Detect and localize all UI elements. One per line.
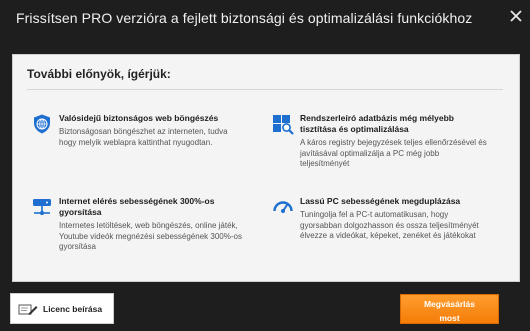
benefits-heading: További előnyök, ígérjük: — [27, 67, 171, 81]
license-edit-icon — [18, 303, 38, 321]
speedometer-icon — [272, 196, 294, 218]
feature-title: Lassú PC sebességének megduplázása — [300, 196, 461, 206]
license-label: Licenc beírása — [43, 304, 103, 314]
enter-license-button[interactable]: Licenc beírása — [10, 293, 114, 324]
network-icon — [31, 196, 53, 218]
divider — [27, 89, 503, 90]
upgrade-dialog: Frissítsen PRO verzióra a fejlett bizton… — [0, 0, 530, 331]
feature-description: Biztonságosan böngészhet az interneten, … — [59, 127, 228, 147]
dialog-title: Frissítsen PRO verzióra a fejlett bizton… — [16, 10, 473, 26]
registry-scan-icon — [272, 113, 294, 135]
feature-title: Rendszerleíró adatbázis még mélyebb tisz… — [300, 113, 454, 134]
buy-now-button[interactable]: Megvásárlás most — [400, 294, 499, 324]
feature-description: Tuningolja fel a PC-t automatikusan, hog… — [300, 210, 479, 240]
feature-description: Internetes letöltések, web böngészés, on… — [59, 221, 242, 251]
buy-now-label-line2: most — [439, 313, 460, 323]
feature-title: Valósidejű biztonságos web böngészés — [59, 113, 219, 123]
feature-title: Internet elérés sebességének 300%-os gyo… — [59, 196, 215, 217]
feature-description: A káros registry bejegyzések teljes elle… — [300, 138, 487, 168]
buy-now-label-line1: Megvásárlás — [423, 299, 476, 309]
benefits-panel: További előnyök, ígérjük: Valósidejű biz… — [12, 54, 520, 282]
close-icon[interactable] — [508, 8, 524, 24]
shield-globe-icon — [31, 113, 53, 135]
